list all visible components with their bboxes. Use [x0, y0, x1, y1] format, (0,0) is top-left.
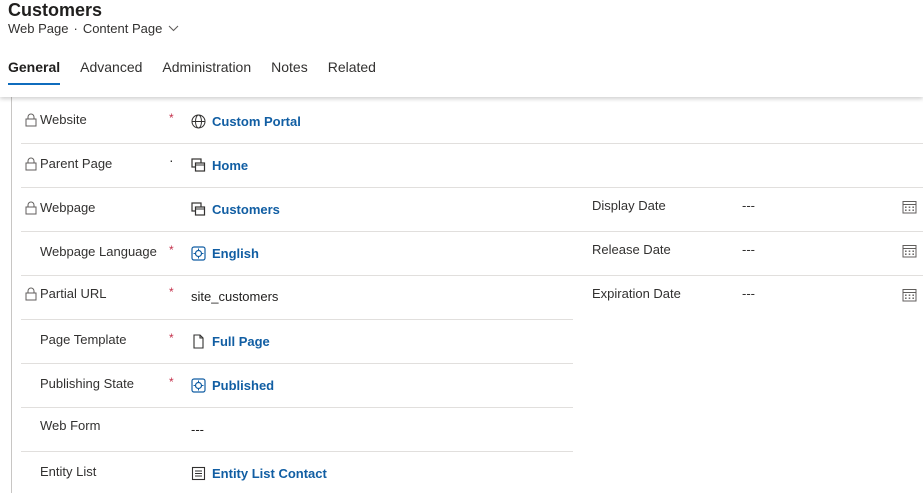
lock-icon — [25, 157, 37, 171]
calendar-icon[interactable] — [902, 288, 917, 302]
entity-list-value[interactable]: Entity List Contact — [191, 466, 327, 481]
webpage-language-label: Webpage Language — [40, 244, 157, 259]
document-icon — [193, 334, 204, 349]
page-template-value-text[interactable]: Full Page — [212, 334, 270, 349]
webpage-value[interactable]: Customers — [191, 202, 280, 217]
tab-administration[interactable]: Administration — [162, 59, 251, 85]
entity-name: Web Page — [8, 21, 69, 36]
parent-page-value-text[interactable]: Home — [212, 158, 248, 173]
page-title: Customers — [8, 0, 103, 20]
calendar-icon[interactable] — [902, 200, 917, 214]
expiration-date-label: Expiration Date — [592, 286, 681, 301]
parent-page-label: Parent Page — [40, 156, 113, 171]
row-divider — [21, 275, 923, 276]
tab-general[interactable]: General — [8, 59, 61, 85]
tab-advanced[interactable]: Advanced — [80, 59, 142, 85]
webpage-label: Webpage — [40, 200, 96, 215]
webpage-icon — [191, 202, 206, 216]
webpage-icon — [191, 158, 206, 172]
row-divider — [21, 407, 573, 408]
required-marker: * — [169, 111, 174, 125]
list-icon — [191, 466, 206, 481]
display-date-input[interactable]: --- — [742, 198, 755, 213]
tab-notes[interactable]: Notes — [271, 59, 308, 85]
webpage-value-text[interactable]: Customers — [212, 202, 280, 217]
row-divider — [21, 143, 923, 144]
form-selector[interactable]: Web Page · Content Page — [8, 21, 179, 36]
row-divider — [21, 187, 923, 188]
form-body: Website * Custom Portal Parent Page · Ho… — [0, 97, 923, 493]
tab-related[interactable]: Related — [328, 59, 376, 85]
row-divider — [21, 451, 573, 452]
release-date-input[interactable]: --- — [742, 242, 755, 257]
entity-icon — [191, 378, 206, 393]
lock-icon — [25, 201, 37, 215]
partial-url-label: Partial URL — [40, 286, 107, 301]
entity-list-label: Entity List — [40, 464, 97, 479]
chevron-down-icon[interactable] — [168, 25, 179, 32]
calendar-icon[interactable] — [902, 244, 917, 258]
section-rule — [11, 97, 12, 493]
required-marker: * — [169, 375, 174, 389]
web-form-value[interactable]: --- — [191, 422, 204, 437]
release-date-label: Release Date — [592, 242, 671, 257]
form-header: Customers Web Page · Content Page Genera… — [0, 0, 923, 97]
required-marker: * — [169, 285, 174, 299]
lock-icon — [25, 287, 37, 301]
form-name[interactable]: Content Page — [83, 21, 163, 36]
partial-url-input[interactable]: site_customers — [191, 289, 278, 304]
required-marker: * — [169, 331, 174, 345]
lock-icon — [25, 113, 37, 127]
entity-list-value-text[interactable]: Entity List Contact — [212, 466, 327, 481]
required-marker: * — [169, 243, 174, 257]
web-form-label: Web Form — [40, 418, 101, 433]
publishing-state-value-text[interactable]: Published — [212, 378, 274, 393]
subtitle-separator: · — [73, 21, 78, 36]
page-template-value[interactable]: Full Page — [191, 334, 270, 349]
publishing-state-value[interactable]: Published — [191, 378, 274, 393]
website-value-text[interactable]: Custom Portal — [212, 114, 301, 129]
parent-page-value[interactable]: Home — [191, 158, 248, 173]
entity-icon — [191, 246, 206, 261]
display-date-label: Display Date — [592, 198, 666, 213]
expiration-date-input[interactable]: --- — [742, 286, 755, 301]
webpage-language-value[interactable]: English — [191, 246, 259, 261]
row-divider — [21, 319, 573, 320]
row-divider — [21, 231, 923, 232]
page-template-label: Page Template — [40, 332, 127, 347]
row-divider — [21, 363, 573, 364]
website-value[interactable]: Custom Portal — [191, 114, 301, 129]
publishing-state-label: Publishing State — [40, 376, 134, 391]
recommended-marker: · — [169, 152, 174, 168]
webpage-language-value-text[interactable]: English — [212, 246, 259, 261]
tab-list: General Advanced Administration Notes Re… — [8, 59, 396, 85]
website-label: Website — [40, 112, 87, 127]
globe-icon — [191, 114, 206, 129]
